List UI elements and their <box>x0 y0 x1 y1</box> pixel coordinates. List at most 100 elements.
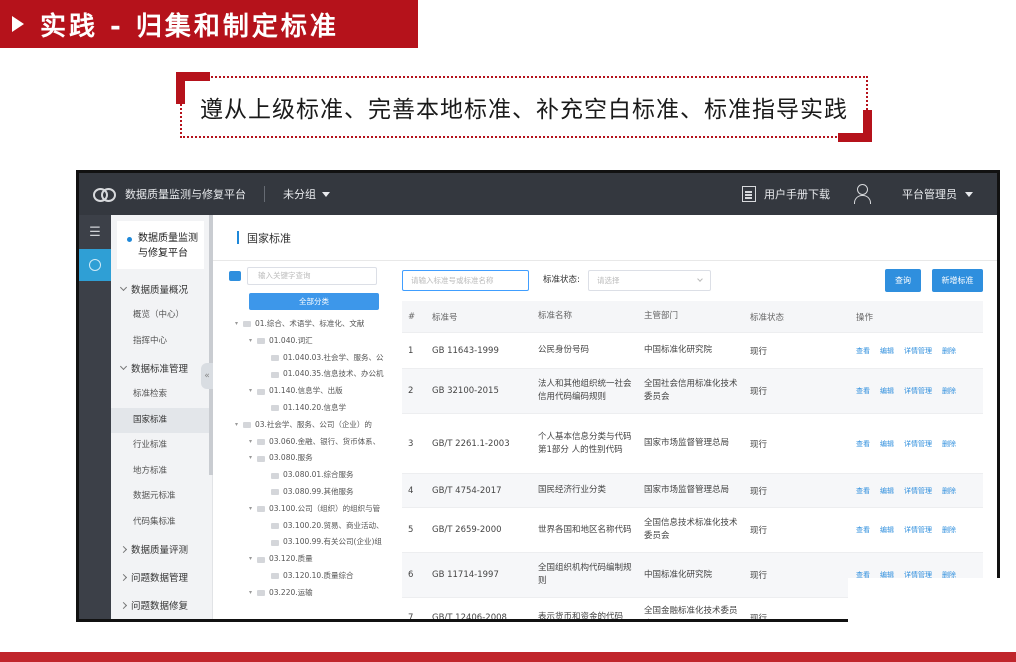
details-link[interactable]: 详情管理 <box>904 486 932 496</box>
tree-node-label: 01.140.信息学、出版 <box>269 386 343 396</box>
view-link[interactable]: 查看 <box>856 386 870 396</box>
expand-arrow-icon[interactable]: ▾ <box>235 316 243 333</box>
sidebar-item[interactable]: 行业标准 <box>111 433 212 459</box>
module-icon-active[interactable] <box>79 249 111 281</box>
tree-node[interactable]: 03.100.99.有关公司(企业)组 <box>229 534 385 551</box>
table-row[interactable]: 3 GB/T 2261.1-2003 个人基本信息分类与代码 第1部分 人的性别代码… <box>402 414 983 474</box>
view-link[interactable]: 查看 <box>856 486 870 496</box>
sidebar-item[interactable]: 概览（中心） <box>111 303 212 329</box>
expand-arrow-icon[interactable]: ▾ <box>249 434 257 451</box>
expand-arrow-icon[interactable]: ▾ <box>249 333 257 350</box>
edit-link[interactable]: 编辑 <box>880 525 894 535</box>
details-link[interactable]: 详情管理 <box>904 386 932 396</box>
category-tree-panel: 输入关键字查询 全部分类 ▾ 01.综合、术语学、标准化、文献 ▾ 01.040.词汇… <box>229 267 385 619</box>
folder-icon <box>243 422 251 429</box>
tree-node[interactable]: 03.120.10.质量综合 <box>229 568 385 585</box>
table-row[interactable]: 5 GB/T 2659-2000 世界各国和地区名称代码 全国信息技术标准化技术委员会… <box>402 508 983 553</box>
status-placeholder: 请选择 <box>597 276 620 285</box>
table-row[interactable]: 1 GB 11643-1999 公民身份号码 中国标准化研究院 现行 查看 编辑 详情管理 删除 <box>402 333 983 369</box>
tree-node[interactable]: ▾ 03.120.质量 <box>229 551 385 568</box>
page-title: 国家标准 <box>247 231 291 245</box>
view-link[interactable]: 查看 <box>856 346 870 356</box>
details-link[interactable]: 详情管理 <box>904 346 932 356</box>
folder-icon <box>271 472 279 479</box>
app-screenshot: 数据质量监测与修复平台 未分组 用户手册下载 平台管理员 ☰ 数据质量监测 与修… <box>76 170 1000 622</box>
tree-node[interactable]: 03.100.20.贸易、商业活动、 <box>229 518 385 535</box>
delete-link[interactable]: 删除 <box>942 525 956 535</box>
tree-node[interactable]: ▾ 03.100.公司（组织）的组织与管 <box>229 501 385 518</box>
status-select[interactable]: 请选择 <box>588 270 711 291</box>
chevron-right-icon <box>119 601 128 609</box>
folder-icon <box>243 321 251 328</box>
sidebar-section[interactable]: 问题数据修复 <box>111 591 212 619</box>
tree-node[interactable]: ▾ 01.040.词汇 <box>229 333 385 350</box>
sidebar-section[interactable]: 数据质量评测 <box>111 535 212 563</box>
add-standard-button[interactable]: 新增标准 <box>932 269 983 292</box>
standard-name: 公民身份号码 <box>538 345 590 355</box>
query-button[interactable]: 查询 <box>885 269 921 292</box>
sidebar-section[interactable]: 数据质量概况 <box>111 275 212 303</box>
standard-status: 现行 <box>750 571 768 581</box>
delete-link[interactable]: 删除 <box>942 346 956 356</box>
hamburger-menu-icon[interactable]: ☰ <box>79 215 111 249</box>
row-index: 6 <box>408 570 414 580</box>
standard-search-input[interactable]: 请输入标准号或标准名称 <box>402 270 529 291</box>
sidebar-item[interactable]: 地方标准 <box>111 459 212 485</box>
delete-link[interactable]: 删除 <box>942 439 956 449</box>
tree-node[interactable]: 03.080.99.其他服务 <box>229 484 385 501</box>
tree-node[interactable]: 01.140.20.信息学 <box>229 400 385 417</box>
details-link[interactable]: 详情管理 <box>904 525 932 535</box>
sidebar-item[interactable]: 国家标准 <box>111 407 212 433</box>
collapse-sidebar-button[interactable]: « <box>201 363 213 389</box>
standard-status: 现行 <box>750 613 768 622</box>
sidebar-item[interactable]: 标准检索 <box>111 382 212 408</box>
all-categories-button[interactable]: 全部分类 <box>249 293 379 310</box>
chevron-down-icon <box>119 362 128 371</box>
edit-link[interactable]: 编辑 <box>880 439 894 449</box>
sidebar-header[interactable]: 数据质量监测 与修复平台 <box>117 221 204 269</box>
printer-icon[interactable] <box>229 271 241 281</box>
view-link[interactable]: 查看 <box>856 439 870 449</box>
delete-link[interactable]: 删除 <box>942 486 956 496</box>
tree-nodes: ▾ 01.综合、术语学、标准化、文献 ▾ 01.040.词汇 01.040.03.社会学… <box>229 316 385 602</box>
tree-node[interactable]: ▾ 03.220.运输 <box>229 585 385 602</box>
edit-link[interactable]: 编辑 <box>880 346 894 356</box>
expand-arrow-icon[interactable]: ▾ <box>249 450 257 467</box>
tree-node[interactable]: 03.080.01.综合服务 <box>229 467 385 484</box>
folder-icon <box>257 438 265 445</box>
target-icon <box>89 259 101 271</box>
sidebar-section-label: 数据标准管理 <box>131 364 189 375</box>
sidebar-section[interactable]: 数据标准管理 <box>111 354 212 382</box>
tree-node[interactable]: ▾ 03.社会学、服务、公司（企业）的 <box>229 417 385 434</box>
table-row[interactable]: 2 GB 32100-2015 法人和其他组织统一社会信用代码编码规则 全国社会信用标… <box>402 369 983 414</box>
tree-node-label: 03.120.质量 <box>269 554 313 564</box>
sidebar-item[interactable]: 代码集标准 <box>111 510 212 536</box>
expand-arrow-icon[interactable]: ▾ <box>249 501 257 518</box>
user-menu[interactable]: 平台管理员 <box>902 186 973 202</box>
tree-node[interactable]: ▾ 01.综合、术语学、标准化、文献 <box>229 316 385 333</box>
group-selector[interactable]: 未分组 <box>283 186 330 202</box>
tree-node[interactable]: 01.040.03.社会学、服务、公 <box>229 350 385 367</box>
tree-node[interactable]: ▾ 03.060.金融、银行、货币体系、 <box>229 434 385 451</box>
tree-node[interactable]: 01.040.35.信息技术、办公机 <box>229 366 385 383</box>
table-row[interactable]: 4 GB/T 4754-2017 国民经济行业分类 国家市场监督管理总局 现行 查看 编辑详… <box>402 474 983 508</box>
tree-node[interactable]: ▾ 01.140.信息学、出版 <box>229 383 385 400</box>
document-icon[interactable] <box>742 186 756 202</box>
expand-arrow-icon[interactable]: ▾ <box>249 383 257 400</box>
expand-arrow-icon[interactable]: ▾ <box>235 417 243 434</box>
delete-link[interactable]: 删除 <box>942 386 956 396</box>
details-link[interactable]: 详情管理 <box>904 439 932 449</box>
expand-arrow-icon[interactable]: ▾ <box>249 585 257 602</box>
manual-download-link[interactable]: 用户手册下载 <box>764 186 830 202</box>
edit-link[interactable]: 编辑 <box>880 486 894 496</box>
tree-search-input[interactable]: 输入关键字查询 <box>247 267 377 285</box>
edit-link[interactable]: 编辑 <box>880 386 894 396</box>
chevron-right-icon <box>119 545 128 553</box>
expand-arrow-icon[interactable]: ▾ <box>249 551 257 568</box>
view-link[interactable]: 查看 <box>856 525 870 535</box>
sidebar-item[interactable]: 指挥中心 <box>111 329 212 355</box>
user-icon[interactable] <box>854 184 872 204</box>
sidebar-section[interactable]: 问题数据管理 <box>111 563 212 591</box>
sidebar-item[interactable]: 数据元标准 <box>111 484 212 510</box>
tree-node[interactable]: ▾ 03.080.服务 <box>229 450 385 467</box>
